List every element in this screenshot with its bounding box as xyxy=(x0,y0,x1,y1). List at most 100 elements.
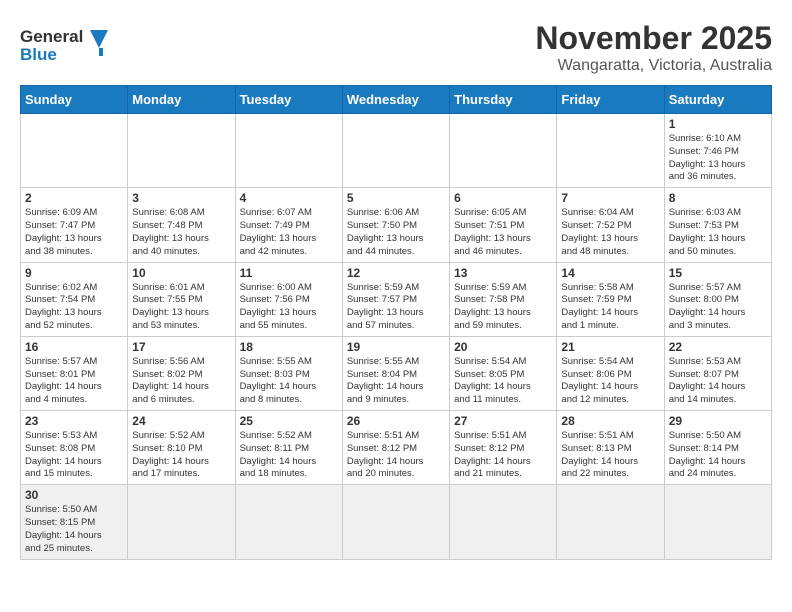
calendar-cell: 2Sunrise: 6:09 AM Sunset: 7:47 PM Daylig… xyxy=(21,188,128,262)
day-info: Sunrise: 5:50 AM Sunset: 8:15 PM Dayligh… xyxy=(25,504,123,555)
week-row-3: 16 Sunrise: 5:57 AM Sunset: 8:01 PM Dayli… xyxy=(21,336,772,410)
day-number: 13 xyxy=(454,266,552,280)
day-info: Sunrise: 6:03 AM Sunset: 7:53 PM Dayligh… xyxy=(669,207,767,258)
calendar-cell: 17Sunrise: 5:56 AM Sunset: 8:02 PM Dayli… xyxy=(128,336,235,410)
day-number: 27 xyxy=(454,414,552,428)
calendar-cell: 9Sunrise: 6:02 AM Sunset: 7:54 PM Daylig… xyxy=(21,262,128,336)
day-info: Sunrise: 5:50 AM Sunset: 8:14 PM Dayligh… xyxy=(669,430,767,481)
calendar-cell: 1Sunrise: 6:10 AM Sunset: 7:46 PM Daylig… xyxy=(664,114,771,188)
day-number: 5 xyxy=(347,191,445,205)
day-number: 22 xyxy=(669,340,767,354)
calendar-cell: 19 Sunrise: 5:55 AM Sunset: 8:04 PM Dayli… xyxy=(342,336,449,410)
calendar-cell: 20 Sunrise: 5:54 AM Sunset: 8:05 PM Dayli… xyxy=(450,336,557,410)
calendar-cell xyxy=(128,485,235,559)
calendar-cell: 7 Sunrise: 6:04 AM Sunset: 7:52 PM Daylig… xyxy=(557,188,664,262)
weekday-header-thursday: Thursday xyxy=(450,86,557,114)
day-number: 1 xyxy=(669,117,767,131)
calendar-cell: 29 Sunrise: 5:50 AM Sunset: 8:14 PM Dayli… xyxy=(664,411,771,485)
day-info: Sunrise: 6:08 AM Sunset: 7:48 PM Dayligh… xyxy=(132,207,230,258)
day-number: 15 xyxy=(669,266,767,280)
weekday-header-tuesday: Tuesday xyxy=(235,86,342,114)
weekday-header-friday: Friday xyxy=(557,86,664,114)
day-number: 20 xyxy=(454,340,552,354)
day-number: 26 xyxy=(347,414,445,428)
day-number: 30 xyxy=(25,488,123,502)
calendar-cell: 4 Sunrise: 6:07 AM Sunset: 7:49 PM Daylig… xyxy=(235,188,342,262)
calendar-cell xyxy=(342,485,449,559)
week-row-0: 1Sunrise: 6:10 AM Sunset: 7:46 PM Daylig… xyxy=(21,114,772,188)
calendar-cell: 26Sunrise: 5:51 AM Sunset: 8:12 PM Dayli… xyxy=(342,411,449,485)
week-row-1: 2Sunrise: 6:09 AM Sunset: 7:47 PM Daylig… xyxy=(21,188,772,262)
day-number: 10 xyxy=(132,266,230,280)
calendar-cell: 30 Sunrise: 5:50 AM Sunset: 8:15 PM Dayli… xyxy=(21,485,128,559)
day-number: 16 xyxy=(25,340,123,354)
weekday-header-saturday: Saturday xyxy=(664,86,771,114)
calendar-cell xyxy=(342,114,449,188)
day-info: Sunrise: 6:06 AM Sunset: 7:50 PM Dayligh… xyxy=(347,207,445,258)
calendar-cell: 21Sunrise: 5:54 AM Sunset: 8:06 PM Dayli… xyxy=(557,336,664,410)
weekday-header-wednesday: Wednesday xyxy=(342,86,449,114)
day-info: Sunrise: 5:52 AM Sunset: 8:11 PM Dayligh… xyxy=(240,430,338,481)
calendar-cell: 14Sunrise: 5:58 AM Sunset: 7:59 PM Dayli… xyxy=(557,262,664,336)
day-number: 9 xyxy=(25,266,123,280)
day-info: Sunrise: 6:04 AM Sunset: 7:52 PM Dayligh… xyxy=(561,207,659,258)
month-title: November 2025 xyxy=(535,20,772,57)
day-number: 7 xyxy=(561,191,659,205)
day-info: Sunrise: 5:54 AM Sunset: 8:06 PM Dayligh… xyxy=(561,356,659,407)
week-row-5: 30 Sunrise: 5:50 AM Sunset: 8:15 PM Dayli… xyxy=(21,485,772,559)
day-number: 29 xyxy=(669,414,767,428)
day-number: 12 xyxy=(347,266,445,280)
day-number: 11 xyxy=(240,266,338,280)
calendar-cell: 10 Sunrise: 6:01 AM Sunset: 7:55 PM Dayli… xyxy=(128,262,235,336)
day-info: Sunrise: 5:55 AM Sunset: 8:04 PM Dayligh… xyxy=(347,356,445,407)
location-title: Wangaratta, Victoria, Australia xyxy=(535,57,772,75)
header: General Blue November 2025 Wangaratta, V… xyxy=(20,20,772,75)
weekday-header-row: SundayMondayTuesdayWednesdayThursdayFrid… xyxy=(21,86,772,114)
calendar-cell xyxy=(664,485,771,559)
day-info: Sunrise: 5:55 AM Sunset: 8:03 PM Dayligh… xyxy=(240,356,338,407)
calendar-cell: 22Sunrise: 5:53 AM Sunset: 8:07 PM Dayli… xyxy=(664,336,771,410)
title-area: November 2025 Wangaratta, Victoria, Aust… xyxy=(535,20,772,75)
calendar-cell: 11 Sunrise: 6:00 AM Sunset: 7:56 PM Dayli… xyxy=(235,262,342,336)
day-info: Sunrise: 5:53 AM Sunset: 8:08 PM Dayligh… xyxy=(25,430,123,481)
day-info: Sunrise: 6:07 AM Sunset: 7:49 PM Dayligh… xyxy=(240,207,338,258)
calendar-cell: 25 Sunrise: 5:52 AM Sunset: 8:11 PM Dayli… xyxy=(235,411,342,485)
calendar-cell: 12Sunrise: 5:59 AM Sunset: 7:57 PM Dayli… xyxy=(342,262,449,336)
week-row-4: 23 Sunrise: 5:53 AM Sunset: 8:08 PM Dayli… xyxy=(21,411,772,485)
day-number: 3 xyxy=(132,191,230,205)
calendar-cell xyxy=(21,114,128,188)
day-info: Sunrise: 5:58 AM Sunset: 7:59 PM Dayligh… xyxy=(561,282,659,333)
svg-text:Blue: Blue xyxy=(20,45,57,64)
day-info: Sunrise: 6:01 AM Sunset: 7:55 PM Dayligh… xyxy=(132,282,230,333)
day-info: Sunrise: 5:52 AM Sunset: 8:10 PM Dayligh… xyxy=(132,430,230,481)
weekday-header-monday: Monday xyxy=(128,86,235,114)
day-number: 19 xyxy=(347,340,445,354)
calendar-cell: 28 Sunrise: 5:51 AM Sunset: 8:13 PM Dayli… xyxy=(557,411,664,485)
calendar: SundayMondayTuesdayWednesdayThursdayFrid… xyxy=(20,85,772,560)
calendar-cell: 16 Sunrise: 5:57 AM Sunset: 8:01 PM Dayli… xyxy=(21,336,128,410)
day-number: 6 xyxy=(454,191,552,205)
general-blue-logo: General Blue xyxy=(20,20,120,70)
calendar-cell: 3 Sunrise: 6:08 AM Sunset: 7:48 PM Daylig… xyxy=(128,188,235,262)
day-number: 24 xyxy=(132,414,230,428)
day-info: Sunrise: 5:51 AM Sunset: 8:13 PM Dayligh… xyxy=(561,430,659,481)
day-number: 4 xyxy=(240,191,338,205)
calendar-cell xyxy=(557,114,664,188)
day-number: 18 xyxy=(240,340,338,354)
day-info: Sunrise: 5:57 AM Sunset: 8:01 PM Dayligh… xyxy=(25,356,123,407)
calendar-cell xyxy=(128,114,235,188)
day-number: 8 xyxy=(669,191,767,205)
calendar-cell: 24 Sunrise: 5:52 AM Sunset: 8:10 PM Dayli… xyxy=(128,411,235,485)
day-number: 25 xyxy=(240,414,338,428)
day-info: Sunrise: 5:57 AM Sunset: 8:00 PM Dayligh… xyxy=(669,282,767,333)
weekday-header-sunday: Sunday xyxy=(21,86,128,114)
day-info: Sunrise: 5:54 AM Sunset: 8:05 PM Dayligh… xyxy=(454,356,552,407)
day-number: 2 xyxy=(25,191,123,205)
day-number: 28 xyxy=(561,414,659,428)
calendar-body: 1Sunrise: 6:10 AM Sunset: 7:46 PM Daylig… xyxy=(21,114,772,560)
calendar-header: SundayMondayTuesdayWednesdayThursdayFrid… xyxy=(21,86,772,114)
calendar-cell: 8 Sunrise: 6:03 AM Sunset: 7:53 PM Daylig… xyxy=(664,188,771,262)
day-info: Sunrise: 6:00 AM Sunset: 7:56 PM Dayligh… xyxy=(240,282,338,333)
day-number: 23 xyxy=(25,414,123,428)
calendar-cell: 27Sunrise: 5:51 AM Sunset: 8:12 PM Dayli… xyxy=(450,411,557,485)
